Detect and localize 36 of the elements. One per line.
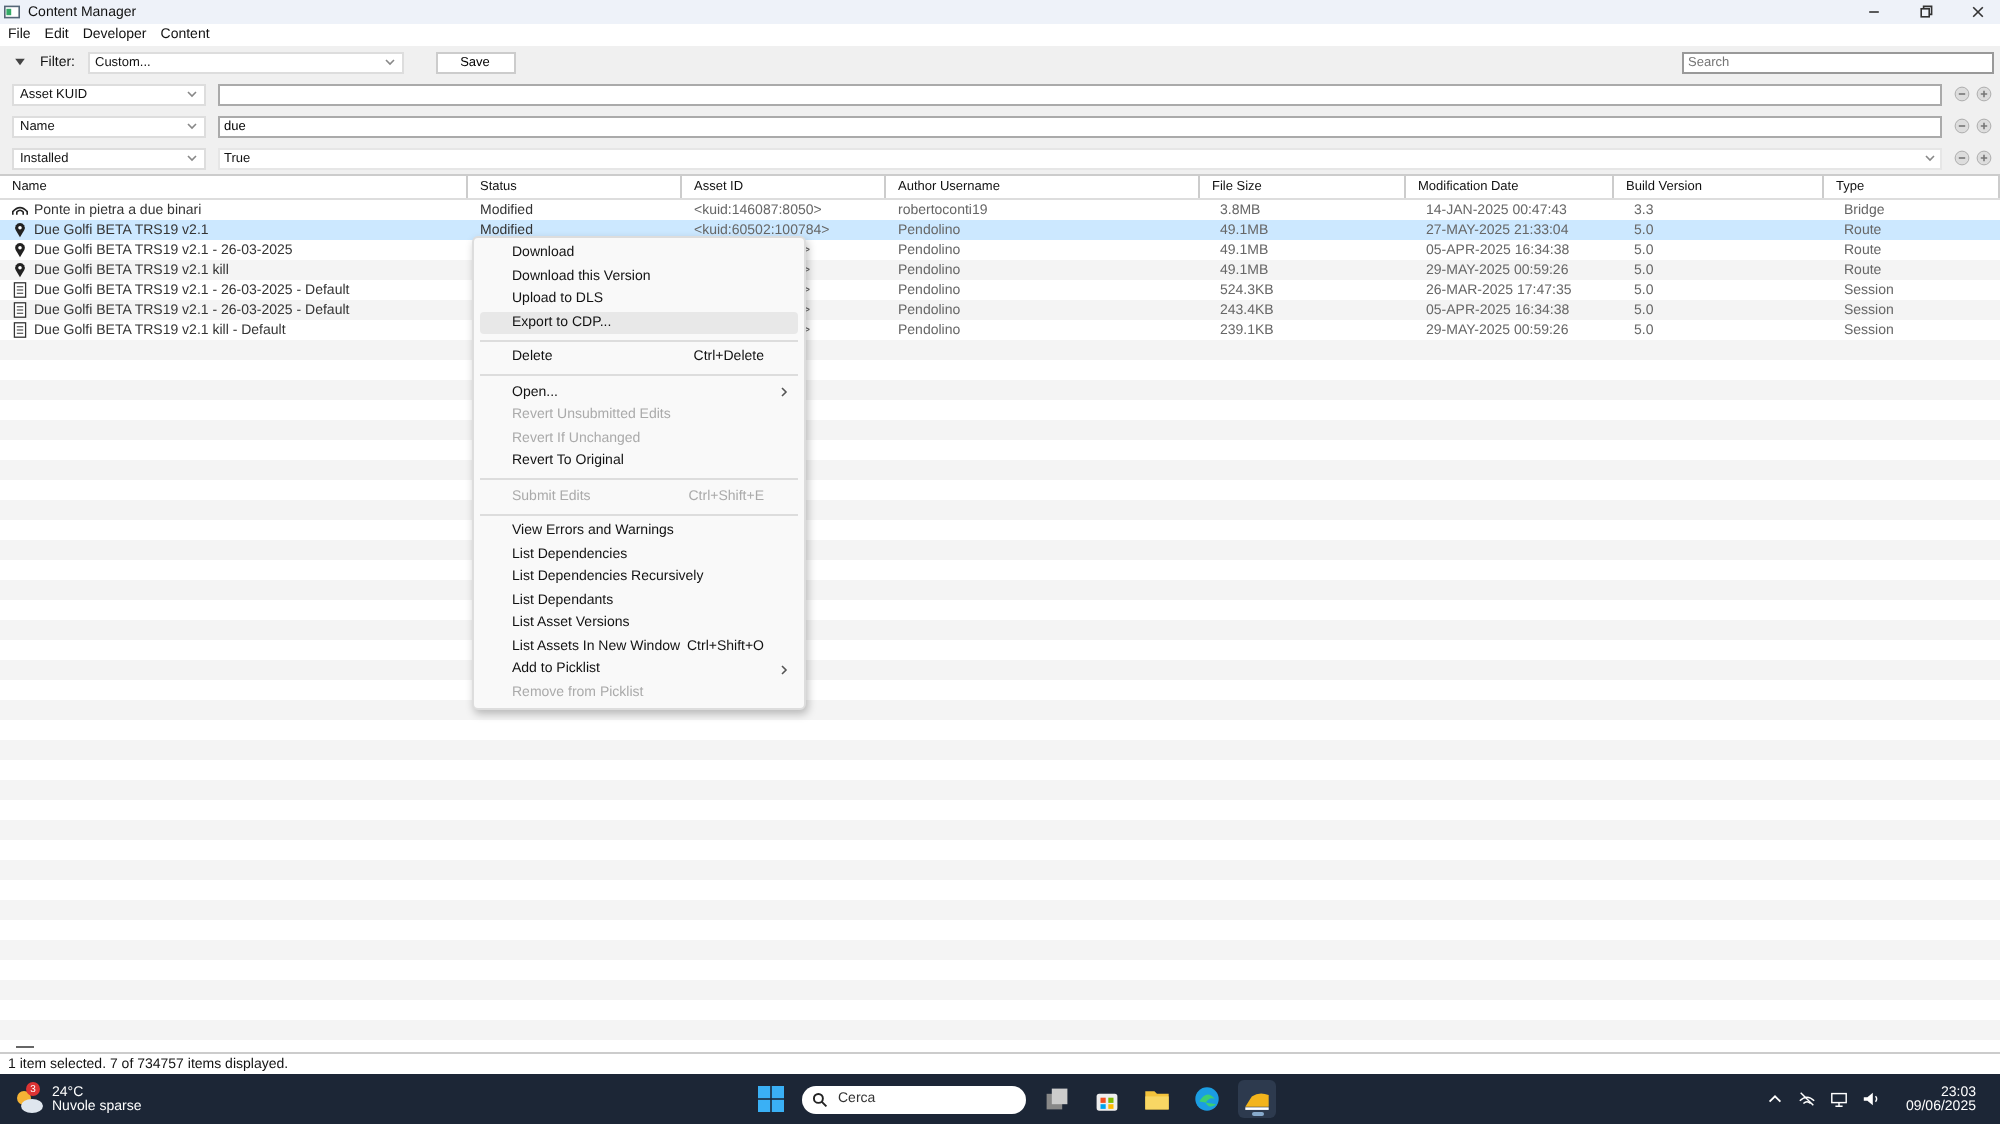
browser-icon (1194, 1086, 1220, 1112)
weather-icon (12, 1085, 44, 1113)
document-icon (12, 282, 28, 298)
network-off-icon[interactable] (1797, 1090, 1816, 1108)
caret-icon (186, 122, 198, 130)
remove-icon[interactable] (1954, 118, 1970, 134)
task-view-icon (1044, 1086, 1070, 1112)
caret-icon (186, 154, 198, 162)
start-button[interactable] (752, 1080, 790, 1118)
document-icon (12, 302, 28, 318)
caret-icon (186, 90, 198, 98)
value-field[interactable] (218, 83, 1942, 105)
app-icon (4, 4, 20, 20)
add-icon[interactable] (1976, 118, 1992, 134)
speaker-icon[interactable] (1861, 1090, 1880, 1108)
pin-icon (12, 242, 28, 258)
add-icon[interactable] (1976, 150, 1992, 166)
remove-icon[interactable] (1954, 150, 1970, 166)
remove-icon[interactable] (1954, 86, 1970, 102)
bridge-icon (12, 202, 28, 218)
restore-icon (1918, 4, 1934, 20)
splitter-handle[interactable] (16, 1045, 34, 1047)
search-icon (812, 1091, 828, 1107)
monitor-icon[interactable] (1829, 1090, 1848, 1108)
folder-icon (1144, 1086, 1170, 1112)
close-icon (1970, 4, 1986, 20)
document-icon (12, 322, 28, 338)
caret-icon (1924, 154, 1936, 162)
collapse-icon[interactable] (12, 54, 28, 70)
taskbar-app[interactable] (1238, 1080, 1276, 1118)
pin-icon (12, 262, 28, 278)
pin-icon (12, 222, 28, 238)
windows-logo-icon (758, 1086, 784, 1112)
caret-icon (383, 58, 395, 66)
chevron-up-icon[interactable] (1765, 1090, 1784, 1108)
add-icon[interactable] (1976, 86, 1992, 102)
